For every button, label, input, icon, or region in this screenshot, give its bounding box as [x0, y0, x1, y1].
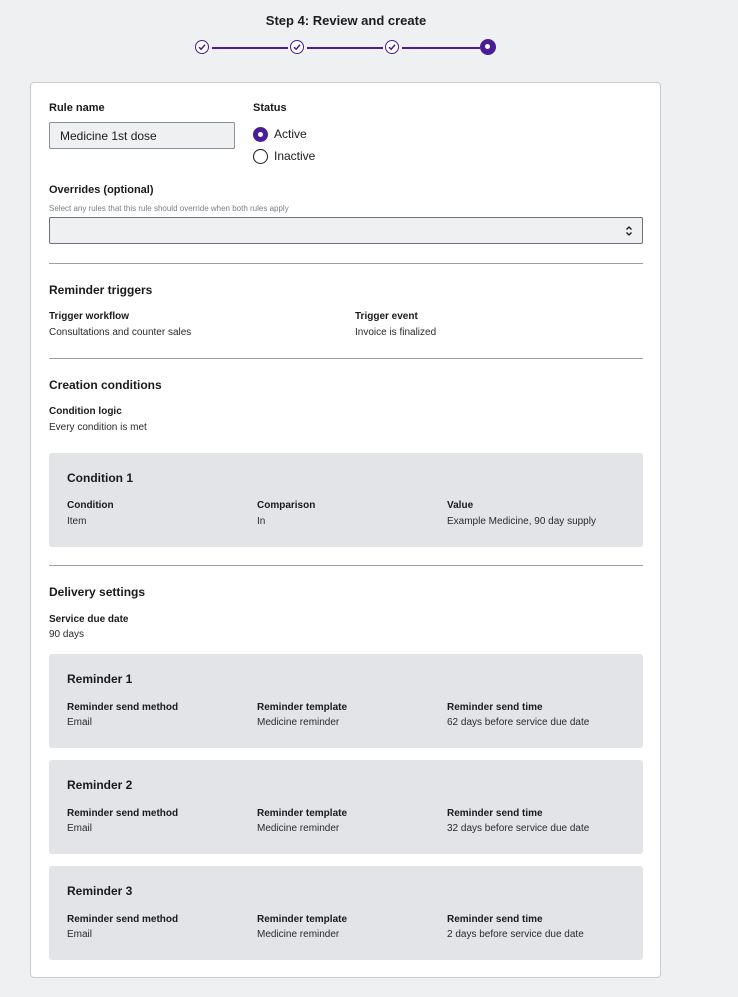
reminder-title: Reminder 2 — [67, 778, 133, 792]
delivery-section-title: Delivery settings — [49, 585, 146, 599]
progress-stepper — [195, 39, 497, 58]
step-connector — [212, 47, 288, 49]
condition-field-value: Item — [67, 516, 87, 527]
divider — [49, 358, 643, 359]
reminder-panel: Reminder 3 Reminder send method Email Re… — [49, 866, 643, 960]
send-method-label: Reminder send method — [67, 808, 179, 819]
trigger-event-value: Invoice is finalized — [355, 327, 437, 338]
send-method-value: Email — [67, 717, 93, 728]
rule-name-input[interactable]: Medicine 1st dose — [49, 122, 235, 149]
template-label: Reminder template — [257, 808, 348, 819]
trigger-event-label: Trigger event — [355, 311, 418, 322]
step-1-complete-check-icon[interactable] — [195, 40, 209, 54]
send-time-value: 2 days before service due date — [447, 929, 584, 940]
step-connector — [307, 47, 383, 49]
radio-selected-icon[interactable] — [253, 127, 268, 142]
comparison-label: Comparison — [257, 500, 316, 511]
review-card: Rule name Medicine 1st dose Status Activ… — [30, 82, 661, 978]
template-label: Reminder template — [257, 702, 348, 713]
send-time-label: Reminder send time — [447, 914, 543, 925]
reminder-title: Reminder 3 — [67, 884, 133, 898]
condition-logic-value: Every condition is met — [49, 422, 147, 433]
divider — [49, 263, 643, 264]
status-label: Status — [253, 102, 287, 114]
step-3-complete-check-icon[interactable] — [385, 40, 399, 54]
select-chevron-icon — [626, 226, 632, 236]
condition-title: Condition 1 — [67, 471, 133, 485]
template-label: Reminder template — [257, 914, 348, 925]
service-due-date-label: Service due date — [49, 614, 129, 625]
send-method-value: Email — [67, 823, 93, 834]
status-option-label: Inactive — [274, 149, 316, 163]
send-method-label: Reminder send method — [67, 914, 179, 925]
page-title: Step 4: Review and create — [265, 13, 427, 28]
condition-value-value: Example Medicine, 90 day supply — [447, 516, 596, 527]
divider — [49, 565, 643, 566]
condition-logic-label: Condition logic — [49, 406, 122, 417]
template-value: Medicine reminder — [257, 717, 340, 728]
creation-section-title: Creation conditions — [49, 378, 162, 392]
condition-field-label: Condition — [67, 500, 114, 511]
template-value: Medicine reminder — [257, 823, 340, 834]
step-4-current-icon — [480, 39, 496, 55]
step-2-complete-check-icon[interactable] — [290, 40, 304, 54]
step-connector — [402, 47, 480, 49]
status-option-label: Active — [274, 127, 307, 141]
status-radio-inactive[interactable]: Inactive — [253, 149, 333, 165]
send-time-value: 32 days before service due date — [447, 823, 590, 834]
condition-panel: Condition 1 Condition Item Comparison In… — [49, 453, 643, 547]
overrides-label: Overrides (optional) — [49, 184, 154, 196]
status-radio-active[interactable]: Active — [253, 127, 333, 143]
send-time-label: Reminder send time — [447, 702, 543, 713]
trigger-workflow-value: Consultations and counter sales — [49, 327, 192, 338]
reminder-panel: Reminder 1 Reminder send method Email Re… — [49, 654, 643, 748]
reminder-panel: Reminder 2 Reminder send method Email Re… — [49, 760, 643, 854]
condition-value-label: Value — [447, 500, 474, 511]
send-time-value: 62 days before service due date — [447, 717, 590, 728]
rule-name-label: Rule name — [49, 102, 105, 114]
reminder-title: Reminder 1 — [67, 672, 133, 686]
send-time-label: Reminder send time — [447, 808, 543, 819]
overrides-select[interactable] — [49, 217, 643, 244]
send-method-value: Email — [67, 929, 93, 940]
comparison-value: In — [257, 516, 266, 527]
service-due-date-value: 90 days — [49, 629, 85, 640]
send-method-label: Reminder send method — [67, 702, 179, 713]
triggers-section-title: Reminder triggers — [49, 283, 153, 297]
radio-unselected-icon[interactable] — [253, 149, 268, 164]
overrides-hint: Select any rules that this rule should o… — [49, 204, 289, 213]
template-value: Medicine reminder — [257, 929, 340, 940]
trigger-workflow-label: Trigger workflow — [49, 311, 130, 322]
